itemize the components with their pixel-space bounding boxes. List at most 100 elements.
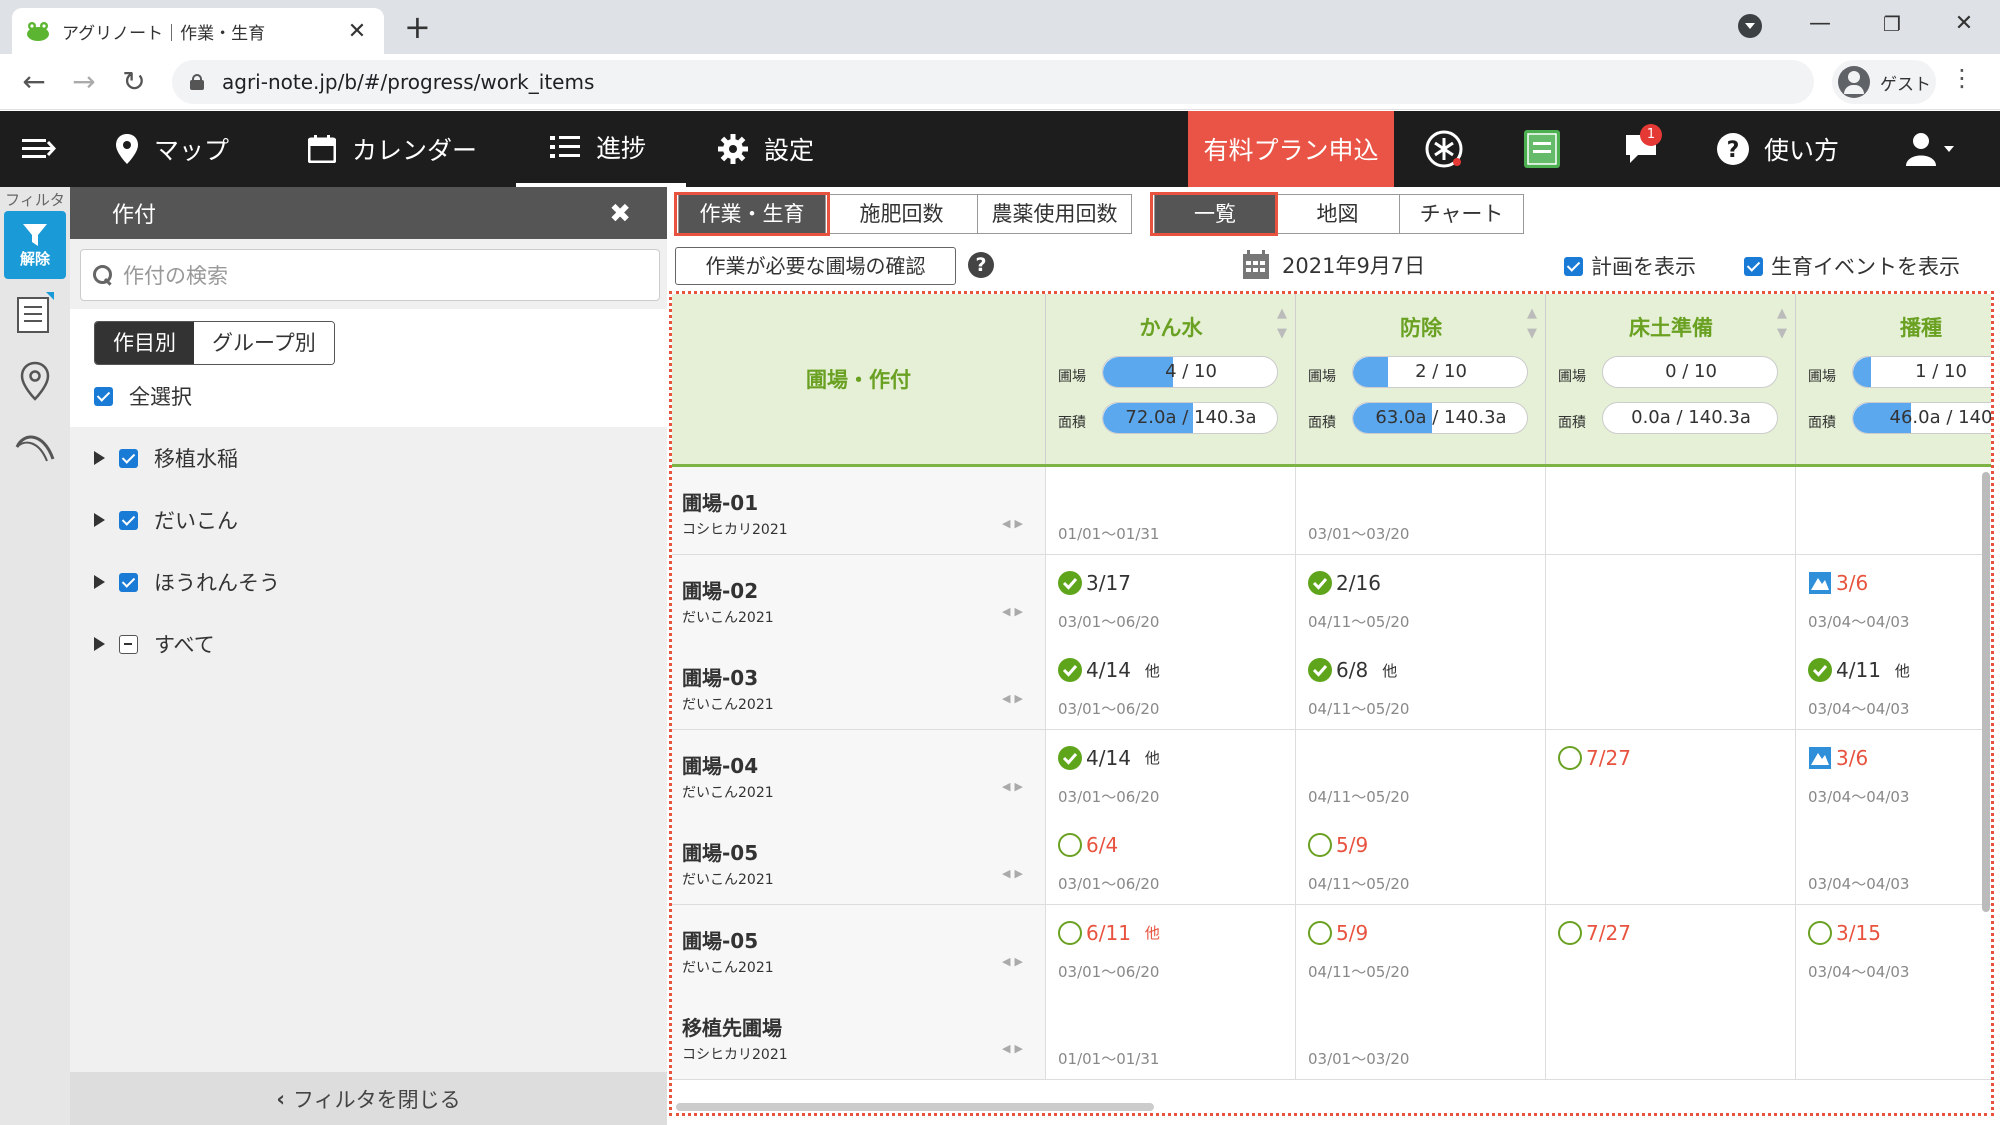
tab-fertilizer-count[interactable]: 施肥回数 xyxy=(826,194,978,234)
work-event[interactable]: 7/27 xyxy=(1558,745,1631,770)
tab-map[interactable]: 地図 xyxy=(1276,194,1400,234)
select-all-checkbox[interactable] xyxy=(94,386,113,406)
work-cell[interactable]: 5/9 04/11～05/20 xyxy=(1296,904,1546,992)
work-cell[interactable]: 4/14 他 03/01～06/20 xyxy=(1046,729,1296,817)
vertical-scrollbar[interactable] xyxy=(1982,472,1990,912)
work-cell[interactable]: 6/11 他 03/01～06/20 xyxy=(1046,904,1296,992)
work-cell[interactable]: 6/4 03/01～06/20 xyxy=(1046,817,1296,904)
profile-button[interactable]: ゲスト xyxy=(1832,60,1936,104)
agri-service-icon[interactable] xyxy=(1424,111,1464,187)
work-cell[interactable] xyxy=(1546,817,1796,904)
column-header[interactable]: 床土準備 ▲ ▼ 圃場 0 / 10 面積 0.0a / 140.3a xyxy=(1546,294,1796,464)
browser-menu-icon[interactable]: ⋮ xyxy=(1950,64,1974,92)
work-cell[interactable]: 3/6 03/04～04/03 xyxy=(1796,554,1991,642)
work-event[interactable]: 3/6 xyxy=(1808,746,1868,770)
work-cell[interactable]: 03/04～04/03 xyxy=(1796,817,1991,904)
show-plan-checkbox[interactable] xyxy=(1564,256,1583,276)
work-event[interactable]: 5/9 xyxy=(1308,833,1368,857)
crop-checkbox[interactable] xyxy=(119,572,138,592)
work-cell[interactable]: 03/01～03/20 xyxy=(1296,992,1546,1079)
field-cell[interactable]: 圃場-05 だいこん2021 ◀▶ xyxy=(672,817,1046,904)
column-header[interactable]: 防除 ▲ ▼ 圃場 2 / 10 面積 63.0a / 140.3a xyxy=(1296,294,1546,464)
user-menu[interactable] xyxy=(1906,111,1960,187)
scroll-arrows-icon[interactable]: ◀▶ xyxy=(1002,517,1027,530)
expand-triangle-icon[interactable] xyxy=(94,575,105,589)
crop-checkbox[interactable] xyxy=(119,510,138,530)
nav-map[interactable]: マップ xyxy=(116,111,229,187)
work-cell[interactable]: 4/11 他 03/04～04/03 xyxy=(1796,642,1991,729)
work-cell[interactable]: 01/01～01/31 xyxy=(1046,467,1296,554)
crop-partial-checkbox[interactable] xyxy=(119,634,138,654)
work-cell[interactable] xyxy=(1546,554,1796,642)
work-event[interactable]: 5/9 xyxy=(1308,920,1368,945)
work-cell[interactable] xyxy=(1796,467,1991,554)
by-crop-option[interactable]: 作目別 xyxy=(95,322,194,364)
work-cell[interactable]: 4/14 他 03/01～06/20 xyxy=(1046,642,1296,729)
browser-tab[interactable]: アグリノート｜作業・生育 ✕ xyxy=(12,8,384,54)
scroll-arrows-icon[interactable]: ◀▶ xyxy=(1002,955,1027,968)
work-cell[interactable]: 2/16 04/11～05/20 xyxy=(1296,554,1546,642)
work-cell[interactable] xyxy=(1546,467,1796,554)
column-header[interactable]: かん水 ▲ ▼ 圃場 4 / 10 面積 72.0a / 140.3a xyxy=(1046,294,1296,464)
menu-toggle-icon[interactable] xyxy=(20,131,56,167)
field-cell[interactable]: 圃場-02 だいこん2021 ◀▶ xyxy=(672,554,1046,642)
work-event[interactable]: 6/8 他 xyxy=(1308,658,1397,682)
work-event[interactable]: 4/14 他 xyxy=(1058,658,1160,682)
work-event[interactable]: 4/11 他 xyxy=(1808,658,1910,682)
close-filter-button[interactable]: ‹ フィルタを閉じる xyxy=(70,1072,667,1125)
work-cell[interactable]: 3/6 03/04～04/03 xyxy=(1796,729,1991,817)
forward-icon[interactable]: → xyxy=(66,64,102,100)
work-cell[interactable]: 5/9 04/11～05/20 xyxy=(1296,817,1546,904)
field-cell[interactable]: 圃場-04 だいこん2021 ◀▶ xyxy=(672,729,1046,817)
work-cell[interactable] xyxy=(1546,992,1796,1079)
expand-triangle-icon[interactable] xyxy=(94,451,105,465)
crop-item[interactable]: 移植水稲 xyxy=(94,443,238,473)
new-tab-button[interactable]: + xyxy=(404,10,431,44)
sort-arrows-icon[interactable]: ▲ ▼ xyxy=(1527,304,1537,344)
tab-search-icon[interactable] xyxy=(1738,14,1762,38)
work-cell[interactable]: 3/15 03/04～04/03 xyxy=(1796,904,1991,992)
work-cell[interactable]: 01/01～01/31 xyxy=(1046,992,1296,1079)
crop-item[interactable]: ほうれんそう xyxy=(94,567,280,597)
tab-pesticide-count[interactable]: 農薬使用回数 xyxy=(978,194,1132,234)
work-cell[interactable] xyxy=(1546,642,1796,729)
message-icon[interactable] xyxy=(1624,111,1658,187)
work-event[interactable]: 4/14 他 xyxy=(1058,745,1160,770)
agri-book-icon[interactable] xyxy=(1524,111,1560,187)
work-event[interactable]: 2/16 xyxy=(1308,570,1381,595)
scroll-arrows-icon[interactable]: ◀▶ xyxy=(1002,605,1027,618)
back-icon[interactable]: ← xyxy=(16,64,52,100)
field-cell[interactable]: 圃場-05 だいこん2021 ◀▶ xyxy=(672,904,1046,992)
help-icon[interactable]: ? xyxy=(968,252,994,278)
horizontal-scrollbar[interactable] xyxy=(676,1103,1154,1111)
work-event[interactable]: 7/27 xyxy=(1558,920,1631,945)
field-cell[interactable]: 圃場-01 コシヒカリ2021 ◀▶ xyxy=(672,467,1046,554)
restore-icon[interactable]: ❐ xyxy=(1872,6,1912,42)
crop-list-icon[interactable] xyxy=(12,291,58,335)
paid-plan-button[interactable]: 有料プラン申込 xyxy=(1188,111,1394,187)
date-picker[interactable]: 2021年9月7日 xyxy=(1242,250,1425,280)
by-group-option[interactable]: グループ別 xyxy=(194,322,334,364)
crop-search-input[interactable]: 作付の検索 xyxy=(80,249,660,301)
nav-progress[interactable]: 進捗 xyxy=(516,111,686,187)
work-cell[interactable]: 03/01～03/20 xyxy=(1296,467,1546,554)
work-cell[interactable]: 7/27 xyxy=(1546,904,1796,992)
sort-arrows-icon[interactable]: ▲ ▼ xyxy=(1277,304,1287,344)
work-event[interactable]: 3/6 xyxy=(1808,571,1868,595)
sickle-icon[interactable] xyxy=(12,425,58,469)
scroll-arrows-icon[interactable]: ◀▶ xyxy=(1002,867,1027,880)
tab-chart[interactable]: チャート xyxy=(1400,194,1524,234)
crop-item[interactable]: すべて xyxy=(94,629,215,659)
scroll-arrows-icon[interactable]: ◀▶ xyxy=(1002,1042,1027,1055)
work-cell[interactable]: 6/8 他 04/11～05/20 xyxy=(1296,642,1546,729)
address-bar[interactable]: agri-note.jp/b/#/progress/work_items xyxy=(172,60,1814,104)
work-cell[interactable]: 3/17 03/01～06/20 xyxy=(1046,554,1296,642)
work-cell[interactable]: 04/11～05/20 xyxy=(1296,729,1546,817)
check-fields-button[interactable]: 作業が必要な圃場の確認 xyxy=(675,247,956,285)
panel-close-icon[interactable]: ✖ xyxy=(609,199,631,229)
nav-calendar[interactable]: カレンダー xyxy=(308,111,477,187)
work-cell[interactable] xyxy=(1796,992,1991,1079)
reload-icon[interactable]: ↻ xyxy=(116,64,152,100)
expand-triangle-icon[interactable] xyxy=(94,637,105,651)
expand-triangle-icon[interactable] xyxy=(94,513,105,527)
